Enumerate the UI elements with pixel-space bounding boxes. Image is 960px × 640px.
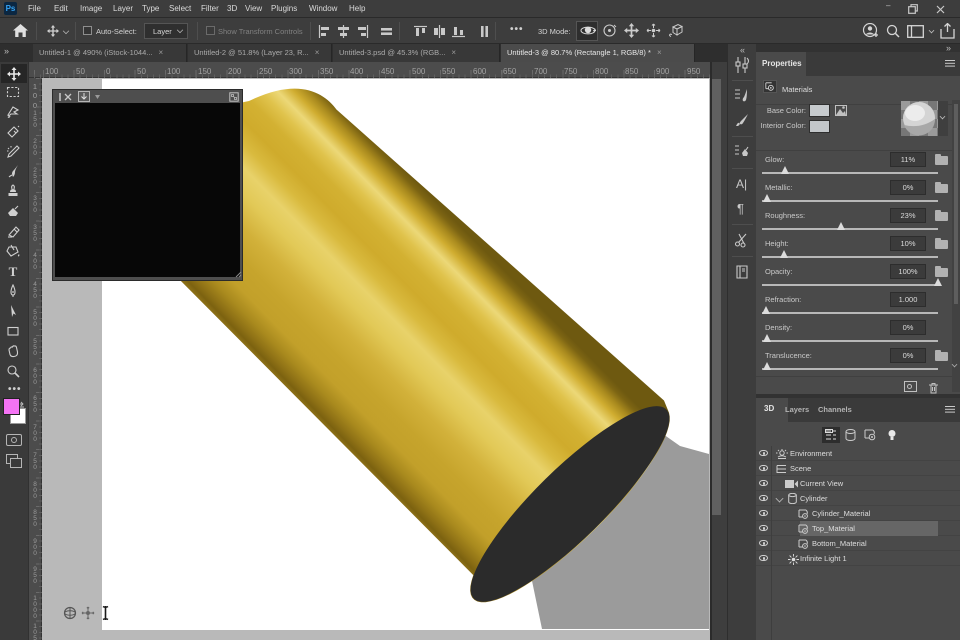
svg-text:¶: ¶ [737,201,744,216]
svg-text:A|: A| [736,177,747,191]
svg-text:T: T [9,264,18,278]
